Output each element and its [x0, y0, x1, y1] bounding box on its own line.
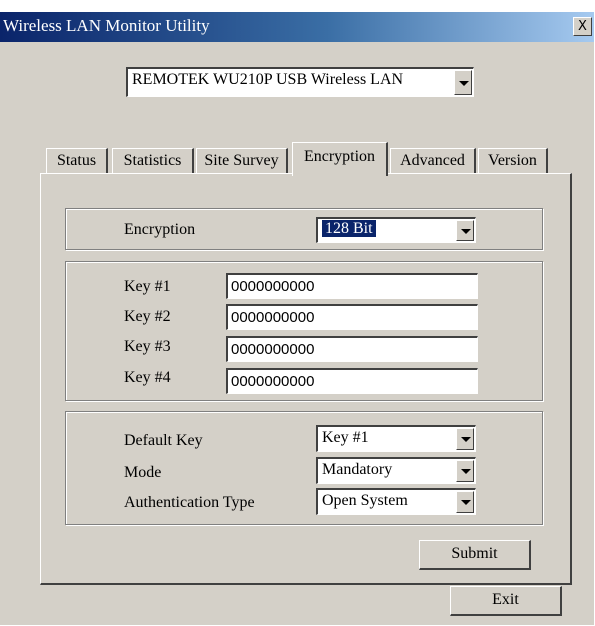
tab-advanced-label: Advanced	[400, 152, 465, 169]
tab-encryption-label: Encryption	[303, 148, 376, 165]
mode-label: Mode	[124, 464, 162, 481]
key-3-input[interactable]: 0000000000	[226, 336, 478, 362]
default-key-label: Default Key	[124, 432, 203, 449]
tab-advanced[interactable]: Advanced	[390, 148, 476, 174]
tab-statistics-label: Statistics	[123, 152, 182, 169]
key-1-input[interactable]: 0000000000	[226, 273, 478, 299]
default-key-select-value: Key #1	[322, 429, 369, 446]
settings-group: Default Key Key #1 Mode Mandatory Authen…	[65, 411, 543, 525]
chevron-down-icon[interactable]	[456, 460, 474, 482]
chevron-down-icon[interactable]	[456, 491, 474, 513]
tab-status[interactable]: Status	[46, 148, 108, 174]
tab-site-survey-label: Site Survey	[204, 152, 279, 169]
encryption-select[interactable]: 128 Bit	[316, 217, 476, 243]
mode-select-value: Mandatory	[322, 461, 393, 478]
tab-version-label: Version	[488, 152, 537, 169]
tab-site-survey[interactable]: Site Survey	[196, 148, 288, 174]
app-window: Wireless LAN Monitor Utility X REMOTEK W…	[0, 12, 594, 625]
chevron-down-icon[interactable]	[456, 428, 474, 450]
encryption-select-value: 128 Bit	[322, 220, 376, 237]
close-icon: X	[578, 19, 587, 34]
window-title: Wireless LAN Monitor Utility	[3, 16, 210, 35]
keys-group: Key #1 0000000000 Key #2 0000000000 Key …	[65, 261, 543, 401]
key-2-label: Key #2	[124, 308, 171, 325]
submit-button[interactable]: Submit	[419, 540, 531, 570]
tab-status-label: Status	[56, 152, 97, 169]
key-4-input[interactable]: 0000000000	[226, 368, 478, 394]
key-4-label: Key #4	[124, 369, 171, 386]
close-button[interactable]: X	[573, 17, 592, 36]
chevron-down-icon[interactable]	[454, 70, 472, 95]
auth-type-select-value: Open System	[322, 492, 408, 509]
adapter-select-value: REMOTEK WU210P USB Wireless LAN	[132, 71, 404, 88]
tab-version[interactable]: Version	[478, 148, 548, 174]
key-2-input[interactable]: 0000000000	[226, 304, 478, 330]
auth-type-label: Authentication Type	[124, 494, 255, 511]
key-1-label: Key #1	[124, 278, 171, 295]
auth-type-select[interactable]: Open System	[316, 488, 476, 515]
encryption-group: Encryption 128 Bit	[65, 208, 543, 250]
adapter-select[interactable]: REMOTEK WU210P USB Wireless LAN	[126, 67, 474, 97]
encryption-label: Encryption	[124, 221, 196, 238]
default-key-select[interactable]: Key #1	[316, 425, 476, 452]
tab-statistics[interactable]: Statistics	[112, 148, 194, 174]
key-3-label: Key #3	[124, 338, 171, 355]
title-bar[interactable]: Wireless LAN Monitor Utility X	[0, 12, 594, 42]
tab-encryption[interactable]: Encryption	[292, 142, 388, 176]
chevron-down-icon[interactable]	[456, 220, 474, 241]
mode-select[interactable]: Mandatory	[316, 457, 476, 484]
exit-button[interactable]: Exit	[450, 586, 562, 616]
encryption-panel: Encryption 128 Bit Key #1 0000000000 Key…	[40, 173, 572, 585]
